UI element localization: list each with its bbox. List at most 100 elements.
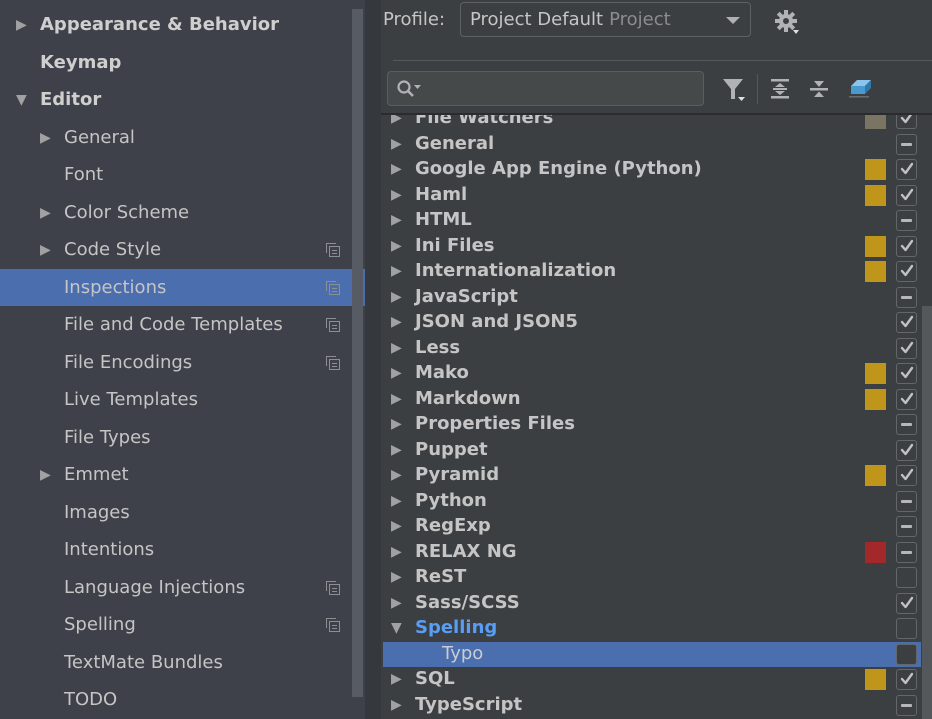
sidebar-item-code-style[interactable]: ▶ Code Style bbox=[0, 231, 365, 268]
inspection-checkbox[interactable] bbox=[896, 490, 917, 512]
collapse-all-icon[interactable] bbox=[807, 76, 833, 102]
inspection-checkbox[interactable] bbox=[896, 133, 917, 155]
inspection-checkbox[interactable] bbox=[896, 235, 917, 257]
inspection-checkbox[interactable] bbox=[896, 694, 917, 716]
inspection-row[interactable]: ▶ TypeScript bbox=[383, 693, 921, 719]
chevron-down-icon[interactable]: ▼ bbox=[391, 621, 402, 635]
inspection-row[interactable]: ▶ Haml bbox=[383, 183, 921, 209]
inspection-checkbox[interactable] bbox=[896, 286, 917, 308]
inspection-checkbox[interactable] bbox=[896, 337, 917, 359]
chevron-right-icon[interactable]: ▶ bbox=[391, 239, 402, 253]
chevron-right-icon[interactable]: ▶ bbox=[391, 188, 402, 202]
sidebar-item-general[interactable]: ▶ General bbox=[0, 119, 365, 156]
chevron-right-icon[interactable]: ▶ bbox=[391, 468, 402, 482]
inspection-row[interactable]: ▶ General bbox=[383, 132, 921, 158]
inspection-row[interactable]: ▶ Sass/SCSS bbox=[383, 591, 921, 617]
chevron-right-icon[interactable]: ▶ bbox=[391, 672, 402, 686]
chevron-right-icon[interactable]: ▶ bbox=[16, 18, 30, 32]
profile-dropdown[interactable]: Project Default Project bbox=[460, 2, 751, 37]
sidebar-item-color-scheme[interactable]: ▶ Color Scheme bbox=[0, 194, 365, 231]
inspection-row[interactable]: ▶ Ini Files bbox=[383, 234, 921, 260]
chevron-down-icon[interactable]: ▼ bbox=[16, 93, 30, 107]
chevron-right-icon[interactable]: ▶ bbox=[391, 570, 402, 584]
chevron-right-icon[interactable]: ▶ bbox=[391, 417, 402, 431]
chevron-right-icon[interactable]: ▶ bbox=[391, 366, 402, 380]
inspection-checkbox[interactable] bbox=[896, 643, 917, 665]
sidebar-item-file-and-code-templates[interactable]: File and Code Templates bbox=[0, 306, 365, 343]
search-input[interactable] bbox=[387, 71, 704, 106]
search-icon[interactable] bbox=[396, 79, 424, 99]
inspection-row[interactable]: ▶ Google App Engine (Python) bbox=[383, 157, 921, 183]
sidebar-item-file-encodings[interactable]: File Encodings bbox=[0, 344, 365, 381]
sidebar-item-appearance-behavior[interactable]: ▶ Appearance & Behavior bbox=[0, 6, 365, 43]
chevron-right-icon[interactable]: ▶ bbox=[40, 131, 54, 145]
chevron-right-icon[interactable]: ▶ bbox=[391, 341, 402, 355]
sidebar-item-editor[interactable]: ▼ Editor bbox=[0, 81, 365, 118]
inspection-checkbox[interactable] bbox=[896, 115, 917, 129]
inspection-checkbox[interactable] bbox=[896, 439, 917, 461]
inspection-row[interactable]: ▶ RegExp bbox=[383, 514, 921, 540]
inspection-checkbox[interactable] bbox=[896, 669, 917, 690]
tree-scrollbar[interactable] bbox=[922, 306, 932, 719]
sidebar-item-emmet[interactable]: ▶ Emmet bbox=[0, 456, 365, 493]
inspection-checkbox[interactable] bbox=[896, 363, 917, 384]
inspection-checkbox[interactable] bbox=[896, 312, 917, 333]
inspection-row[interactable]: ▶ ReST bbox=[383, 565, 921, 591]
chevron-right-icon[interactable]: ▶ bbox=[391, 162, 402, 176]
chevron-right-icon[interactable]: ▶ bbox=[391, 545, 402, 559]
chevron-right-icon[interactable]: ▶ bbox=[391, 519, 402, 533]
inspection-checkbox[interactable] bbox=[896, 465, 917, 486]
reset-eraser-icon[interactable] bbox=[845, 76, 875, 102]
sidebar-item-language-injections[interactable]: Language Injections bbox=[0, 569, 365, 606]
inspection-checkbox[interactable] bbox=[896, 618, 917, 639]
inspection-row[interactable]: ▶ Properties Files bbox=[383, 412, 921, 438]
chevron-right-icon[interactable]: ▶ bbox=[391, 115, 402, 125]
inspection-row[interactable]: ▶ Python bbox=[383, 489, 921, 515]
inspection-row[interactable]: Typo bbox=[383, 641, 921, 667]
chevron-right-icon[interactable]: ▶ bbox=[391, 494, 402, 508]
inspection-row[interactable]: ▶ HTML bbox=[383, 208, 921, 234]
chevron-right-icon[interactable]: ▶ bbox=[40, 243, 54, 257]
chevron-right-icon[interactable]: ▶ bbox=[391, 290, 402, 304]
chevron-right-icon[interactable]: ▶ bbox=[40, 206, 54, 220]
inspection-row[interactable]: ▶ Markdown bbox=[383, 387, 921, 413]
inspection-checkbox[interactable] bbox=[896, 567, 917, 588]
inspection-checkbox[interactable] bbox=[896, 516, 917, 537]
panel-divider[interactable] bbox=[365, 0, 381, 719]
inspection-checkbox[interactable] bbox=[896, 414, 917, 435]
inspection-row[interactable]: ▶ Internationalization bbox=[383, 259, 921, 285]
filter-icon[interactable] bbox=[721, 76, 747, 102]
inspection-row[interactable]: ▶ SQL bbox=[383, 667, 921, 693]
chevron-right-icon[interactable]: ▶ bbox=[391, 213, 402, 227]
chevron-right-icon[interactable]: ▶ bbox=[391, 698, 402, 712]
inspection-checkbox[interactable] bbox=[896, 210, 917, 231]
inspection-row[interactable]: ▼ Spelling bbox=[383, 616, 921, 642]
sidebar-item-intentions[interactable]: Intentions bbox=[0, 531, 365, 568]
chevron-right-icon[interactable]: ▶ bbox=[391, 596, 402, 610]
sidebar-item-font[interactable]: Font bbox=[0, 156, 365, 193]
sidebar-scrollbar[interactable] bbox=[352, 9, 363, 697]
inspection-row[interactable]: ▶ JSON and JSON5 bbox=[383, 310, 921, 336]
inspection-checkbox[interactable] bbox=[896, 388, 917, 410]
sidebar-item-live-templates[interactable]: Live Templates bbox=[0, 381, 365, 418]
chevron-right-icon[interactable]: ▶ bbox=[391, 443, 402, 457]
sidebar-item-spelling[interactable]: Spelling bbox=[0, 606, 365, 643]
chevron-right-icon[interactable]: ▶ bbox=[40, 468, 54, 482]
sidebar-item-todo[interactable]: TODO bbox=[0, 681, 365, 718]
inspection-row[interactable]: ▶ File Watchers bbox=[383, 115, 921, 132]
inspection-row[interactable]: ▶ RELAX NG bbox=[383, 540, 921, 566]
expand-all-icon[interactable] bbox=[768, 76, 794, 102]
inspection-checkbox[interactable] bbox=[896, 592, 917, 614]
sidebar-item-inspections[interactable]: Inspections bbox=[0, 269, 365, 306]
inspection-row[interactable]: ▶ Mako bbox=[383, 361, 921, 387]
inspection-checkbox[interactable] bbox=[896, 159, 917, 180]
inspection-row[interactable]: ▶ Less bbox=[383, 336, 921, 362]
inspection-row[interactable]: ▶ Puppet bbox=[383, 438, 921, 464]
inspection-checkbox[interactable] bbox=[896, 261, 917, 282]
gear-icon[interactable] bbox=[774, 9, 800, 35]
chevron-right-icon[interactable]: ▶ bbox=[391, 137, 402, 151]
sidebar-item-file-types[interactable]: File Types bbox=[0, 419, 365, 456]
chevron-right-icon[interactable]: ▶ bbox=[391, 392, 402, 406]
inspection-checkbox[interactable] bbox=[896, 541, 917, 563]
sidebar-item-keymap[interactable]: Keymap bbox=[0, 44, 365, 81]
